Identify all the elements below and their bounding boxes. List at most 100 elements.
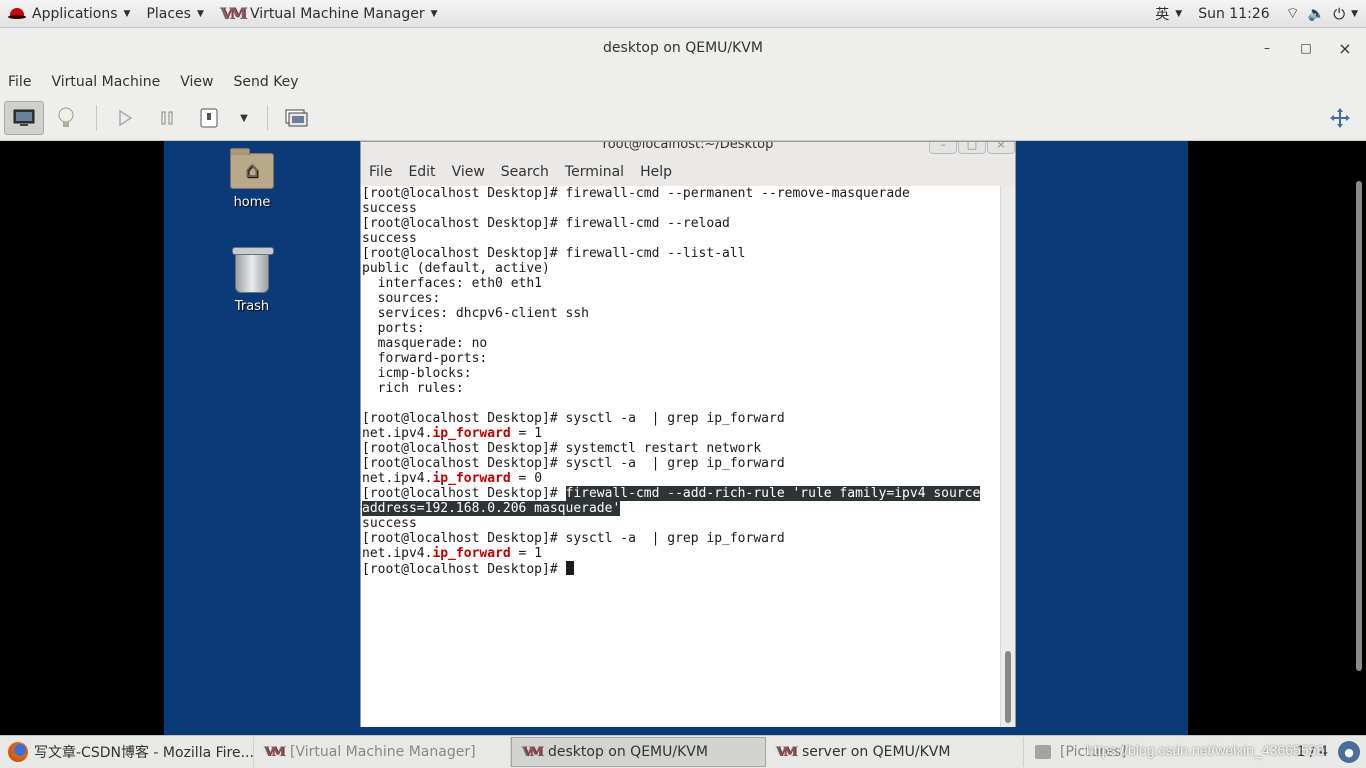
chevron-down-icon: ▼ <box>430 8 438 19</box>
terminal-text: net.ipv4. <box>362 426 433 441</box>
terminal-line: services: dhcpv6-client ssh <box>362 306 589 321</box>
fullscreen-icon <box>1330 108 1350 128</box>
terminal-minimize-button[interactable]: – <box>929 142 957 154</box>
places-menu[interactable]: Places ▼ <box>138 0 211 28</box>
minimize-button[interactable]: – <box>1255 36 1279 60</box>
show-details-button[interactable] <box>46 101 86 135</box>
terminal-menu-file[interactable]: File <box>369 164 392 180</box>
wifi-icon: ⌔ <box>1285 4 1300 22</box>
clock-label: Sun 11:26 <box>1198 5 1270 22</box>
terminal-line: rich rules: <box>362 381 464 396</box>
terminal-menu-edit[interactable]: Edit <box>408 164 435 180</box>
applications-label: Applications <box>32 5 118 22</box>
pause-button[interactable] <box>147 101 187 135</box>
terminal-window[interactable]: root@localhost:~/Desktop – □ × File Edit… <box>360 141 1016 727</box>
power-icon: ⏻ <box>1333 4 1346 23</box>
input-method-menu[interactable]: 英 ▼ <box>1147 0 1190 28</box>
terminal-line: [root@localhost Desktop]# sysctl -a | gr… <box>362 456 785 471</box>
toolbar-separator <box>96 105 97 131</box>
task-server-vm[interactable]: VM server on QEMU/KVM <box>766 737 1024 767</box>
terminal-line: public (default, active) <box>362 261 550 276</box>
window-titlebar: desktop on QEMU/KVM – □ × <box>0 28 1366 68</box>
pause-icon <box>161 111 173 125</box>
chevron-down-icon: ▼ <box>123 8 131 19</box>
close-icon: × <box>1338 38 1352 58</box>
lightbulb-icon <box>58 107 74 127</box>
terminal-line: address=192.168.0.206 masquerade' <box>362 501 1002 516</box>
power-icon <box>200 108 218 128</box>
terminal-text: = 1 <box>510 546 543 561</box>
show-console-button[interactable] <box>4 101 44 135</box>
window-title: desktop on QEMU/KVM <box>603 40 763 56</box>
menu-send-key[interactable]: Send Key <box>233 74 298 90</box>
terminal-scrollbar[interactable] <box>1000 186 1015 727</box>
terminal-line: [root@localhost Desktop]# <box>362 561 1002 577</box>
console-scrollbar[interactable] <box>1356 181 1362 671</box>
clock[interactable]: Sun 11:26 <box>1190 0 1277 28</box>
fullscreen-button[interactable] <box>1320 101 1360 135</box>
scrollbar-thumb[interactable] <box>1005 651 1011 723</box>
terminal-line: [root@localhost Desktop]# sysctl -a | gr… <box>362 411 785 426</box>
guest-desktop[interactable]: home Trash root@localhost:~/Desktop – □ … <box>164 141 1188 735</box>
chevron-down-icon: ▼ <box>1175 8 1183 19</box>
terminal-output[interactable]: [root@localhost Desktop]# firewall-cmd -… <box>361 186 1002 727</box>
run-button[interactable] <box>105 101 145 135</box>
terminal-line: interfaces: eth0 eth1 <box>362 276 543 291</box>
redhat-icon <box>8 7 26 21</box>
task-label: 写文章-CSDN博客 - Mozilla Fire... <box>34 745 254 761</box>
maximize-button[interactable]: □ <box>1294 36 1318 60</box>
task-firefox[interactable]: 写文章-CSDN博客 - Mozilla Fire... <box>0 737 254 767</box>
desktop-icon-home[interactable]: home <box>207 148 297 210</box>
places-label: Places <box>146 5 191 22</box>
virt-manager-icon: VM <box>219 4 247 23</box>
trash-icon-label: Trash <box>234 299 270 314</box>
shutdown-menu-button[interactable]: ▼ <box>231 101 257 135</box>
menu-view[interactable]: View <box>180 74 213 90</box>
system-status-menu[interactable]: ⌔ 🔈 ⏻ ▼ <box>1278 0 1366 28</box>
chevron-down-icon: ▼ <box>196 8 204 19</box>
task-virt-manager[interactable]: VM [Virtual Machine Manager] <box>254 737 511 767</box>
terminal-line: sources: <box>362 291 441 306</box>
maximize-icon: □ <box>1300 41 1312 55</box>
terminal-line: net.ipv4.ip_forward = 0 <box>362 471 1002 486</box>
firefox-icon <box>8 742 28 762</box>
terminal-line: net.ipv4.ip_forward = 1 <box>362 426 1002 441</box>
terminal-line: masquerade: no <box>362 336 488 351</box>
chevron-down-icon: ▼ <box>1351 8 1358 19</box>
trash-icon <box>232 247 274 293</box>
close-button[interactable]: × <box>1333 36 1357 60</box>
terminal-keyword: ip_forward <box>432 471 511 486</box>
terminal-menu-search[interactable]: Search <box>501 164 549 180</box>
toolbar-separator <box>267 105 268 131</box>
terminal-keyword: ip_forward <box>432 426 511 441</box>
desktop-icon-trash[interactable]: Trash <box>207 247 297 314</box>
terminal-menubar: File Edit View Search Terminal Help <box>361 158 1015 186</box>
terminal-menu-view[interactable]: View <box>452 164 485 180</box>
terminal-menu-help[interactable]: Help <box>640 164 672 180</box>
play-icon <box>119 109 133 127</box>
terminal-maximize-button[interactable]: □ <box>958 142 986 154</box>
snapshots-button[interactable] <box>276 101 316 135</box>
terminal-titlebar: root@localhost:~/Desktop – □ × <box>361 142 1015 158</box>
terminal-line: [root@localhost Desktop]# firewall-cmd -… <box>362 246 746 261</box>
terminal-line: net.ipv4.ip_forward = 1 <box>362 546 1002 561</box>
task-label: desktop on QEMU/KVM <box>548 744 708 760</box>
app-menu[interactable]: VM Virtual Machine Manager ▼ <box>212 0 446 28</box>
vm-console[interactable]: home Trash root@localhost:~/Desktop – □ … <box>0 141 1366 735</box>
menu-virtual-machine[interactable]: Virtual Machine <box>51 74 160 90</box>
applications-menu[interactable]: Applications ▼ <box>0 0 138 28</box>
terminal-menu-terminal[interactable]: Terminal <box>565 164 624 180</box>
terminal-prompt: [root@localhost Desktop]# <box>362 486 566 501</box>
terminal-close-button[interactable]: × <box>987 142 1015 154</box>
terminal-keyword: ip_forward <box>432 546 511 561</box>
terminal-line: [root@localhost Desktop]# firewall-cmd -… <box>362 486 1002 501</box>
menu-file[interactable]: File <box>8 74 31 90</box>
terminal-line: ports: <box>362 321 425 336</box>
folder-icon <box>1032 743 1054 761</box>
shutdown-button[interactable] <box>189 101 229 135</box>
task-label: [Virtual Machine Manager] <box>290 744 476 760</box>
terminal-line: [root@localhost Desktop]# firewall-cmd -… <box>362 186 910 201</box>
virt-manager-icon: VM <box>521 744 543 760</box>
terminal-text: net.ipv4. <box>362 546 433 561</box>
task-desktop-vm[interactable]: VM desktop on QEMU/KVM <box>511 737 766 767</box>
